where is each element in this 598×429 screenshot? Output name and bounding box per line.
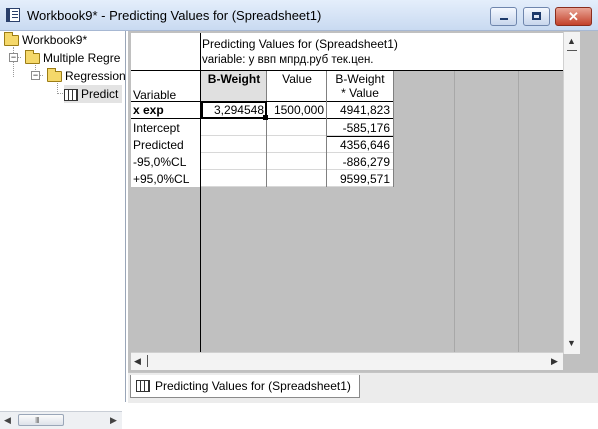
tab-predicting-values[interactable]: Predicting Values for (Spreadsheet1)	[130, 375, 360, 398]
tree-item-label: Predict	[81, 87, 119, 101]
grid-divider	[326, 71, 327, 187]
cell-bweight[interactable]	[201, 153, 267, 170]
tree-item-regression[interactable]: Regression	[47, 67, 126, 85]
folder-open-icon	[47, 68, 62, 83]
scroll-right-icon[interactable]: ▶	[551, 356, 558, 367]
column-header-bwv-line1: B-Weight	[335, 72, 385, 86]
column-header-bweight[interactable]: B-Weight	[201, 71, 267, 101]
tree-horizontal-scrollbar[interactable]: ◀ III ▶	[0, 411, 122, 429]
grid-divider	[131, 70, 563, 71]
sheet-subtitle: variable: у ввп мпрд.руб тек.цен.	[202, 54, 374, 66]
tree-item-label: Multiple Regre	[43, 51, 121, 65]
cell-bweight[interactable]	[201, 136, 267, 153]
collapse-icon[interactable]: −	[31, 71, 40, 80]
tab-label: Predicting Values for (Spreadsheet1)	[155, 379, 351, 393]
minimize-button[interactable]	[490, 7, 517, 26]
scroll-thumb[interactable]: III	[18, 414, 64, 426]
cell-bweight[interactable]	[201, 119, 267, 136]
scroll-left-icon[interactable]: ◀	[4, 415, 11, 426]
scroll-down-icon[interactable]: ▼	[567, 338, 576, 348]
scroll-left-icon[interactable]: ◀	[134, 356, 141, 367]
column-header-value[interactable]: Value	[267, 71, 327, 101]
cell-value[interactable]: 1500,000	[267, 101, 327, 119]
sheet-vertical-scrollbar[interactable]: ▲ ▼	[563, 32, 580, 354]
cell-value[interactable]	[267, 153, 327, 170]
cell-value[interactable]	[267, 119, 327, 136]
sheet-horizontal-scrollbar[interactable]: ◀ ▶	[131, 352, 563, 370]
tree-item-label: Regression	[65, 69, 126, 83]
close-icon: ✕	[568, 9, 579, 24]
tree-item-multiple-regression[interactable]: Multiple Regre	[25, 49, 120, 67]
grip-icon: III	[35, 416, 40, 425]
row-label[interactable]: +95,0%CL	[133, 170, 199, 187]
spreadsheet-icon	[136, 380, 150, 392]
column-header-bwv-line2: * Value	[341, 86, 379, 100]
tree-item-workbook[interactable]: Workbook9*	[4, 31, 87, 49]
close-button[interactable]: ✕	[555, 7, 592, 26]
workbook-app-icon	[6, 8, 20, 22]
scroll-right-icon[interactable]: ▶	[110, 415, 117, 426]
maximize-button[interactable]	[523, 7, 550, 26]
tree-item-label: Workbook9*	[22, 33, 88, 47]
fill-handle[interactable]	[263, 115, 268, 120]
grid-divider	[393, 71, 394, 187]
cell-value[interactable]	[267, 170, 327, 187]
cell-bweight[interactable]	[201, 170, 267, 187]
tree-connector	[57, 93, 63, 94]
row-label[interactable]: Intercept	[133, 119, 199, 136]
grid-divider	[200, 33, 201, 352]
cell-bwv[interactable]: 4356,646	[327, 136, 393, 153]
grid-divider	[266, 71, 267, 187]
sheet-title: Predicting Values for (Spreadsheet1)	[202, 37, 398, 51]
folder-open-icon	[4, 32, 19, 47]
grid-divider	[454, 71, 455, 352]
window-title-bar[interactable]: Workbook9* - Predicting Values for (Spre…	[0, 0, 598, 31]
row-label[interactable]: -95,0%CL	[133, 153, 199, 170]
sheet-tab-bar: Predicting Values for (Spreadsheet1)	[128, 372, 598, 403]
tree-item-predict[interactable]: Predict	[64, 85, 123, 103]
cell-bwv[interactable]: 9599,571	[327, 170, 393, 187]
spreadsheet-icon	[64, 88, 78, 101]
collapse-icon[interactable]: −	[9, 53, 18, 62]
scroll-top-marker	[567, 50, 577, 57]
window-title: Workbook9* - Predicting Values for (Spre…	[27, 8, 322, 23]
workbook-tree[interactable]: Workbook9* − Multiple Regre − Regression…	[0, 31, 126, 429]
grid-divider	[327, 136, 393, 137]
cell-value[interactable]	[267, 136, 327, 153]
folder-open-icon	[25, 50, 40, 65]
scroll-up-icon[interactable]: ▲	[567, 36, 576, 46]
column-header-bweight-value[interactable]: B-Weight * Value	[327, 71, 393, 101]
cell-bwv[interactable]: 4941,823	[327, 101, 393, 119]
minimize-icon	[500, 18, 508, 20]
grid-divider	[518, 71, 519, 352]
row-label[interactable]: x exp	[133, 101, 199, 118]
row-label[interactable]: Predicted	[133, 136, 199, 153]
scroll-left-marker	[147, 355, 148, 367]
cell-bwv[interactable]: -585,176	[327, 119, 393, 136]
cell-bwv[interactable]: -886,279	[327, 153, 393, 170]
row-header-title: Variable	[133, 88, 177, 102]
maximize-icon	[532, 12, 541, 20]
active-cell-outline	[201, 101, 267, 119]
